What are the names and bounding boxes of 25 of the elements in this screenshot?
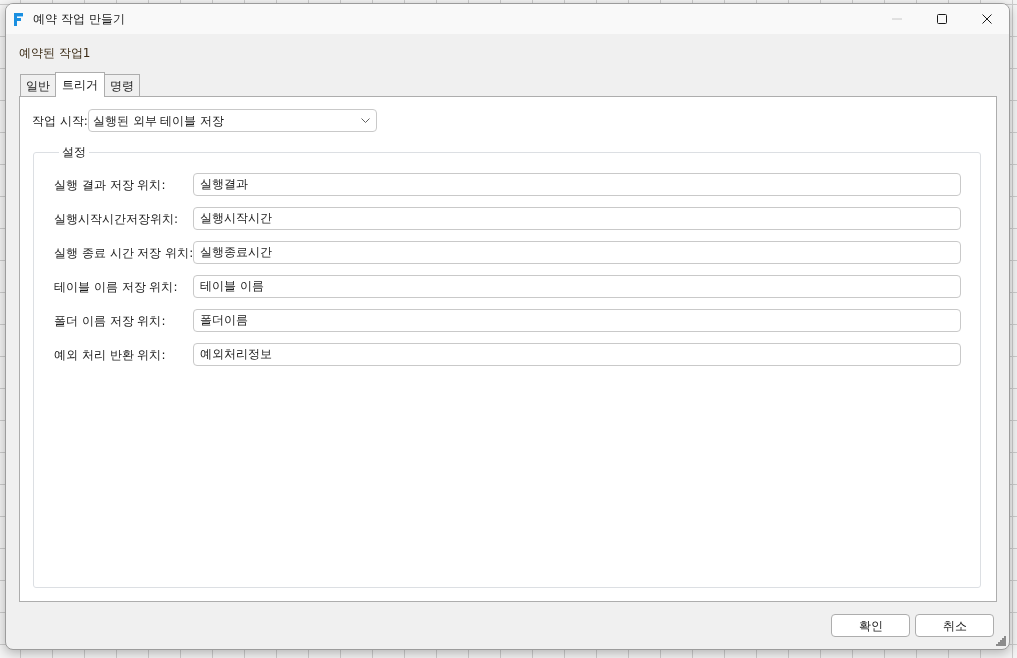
resize-grip-icon[interactable]	[996, 636, 1006, 646]
cancel-button[interactable]: 취소	[915, 614, 994, 637]
field-label: 실행 종료 시간 저장 위치:	[54, 244, 194, 261]
tab[interactable]: 일반	[20, 74, 56, 96]
text-field[interactable]: 폴더이름	[193, 309, 961, 332]
field-label: 실행 결과 저장 위치:	[54, 176, 167, 193]
tab[interactable]: 트리거	[55, 72, 105, 97]
text-field[interactable]: 테이블 이름	[193, 275, 961, 298]
trigger-label: 작업 시작:	[32, 112, 88, 129]
text-field[interactable]: 실행시작시간	[193, 207, 961, 230]
app-logo-icon	[14, 12, 23, 26]
trigger-dropdown[interactable]: 실행된 외부 테이블 저장	[87, 109, 377, 132]
chevron-down-icon	[360, 118, 370, 123]
ok-button[interactable]: 확인	[831, 614, 910, 637]
field-label: 테이블 이름 저장 위치:	[54, 278, 179, 295]
tab[interactable]: 명령	[104, 74, 140, 96]
window-title: 예약 작업 만들기	[33, 11, 125, 27]
group-title: 설정	[61, 144, 87, 160]
task-name: 예약된 작업1	[19, 45, 91, 61]
field-label: 실행시작시간저장위치:	[54, 210, 180, 227]
text-field[interactable]: 실행종료시간	[193, 241, 961, 264]
field-label: 예외 처리 반환 위치:	[54, 346, 167, 363]
text-field[interactable]: 실행결과	[193, 173, 961, 196]
field-label: 폴더 이름 저장 위치:	[54, 312, 167, 329]
text-field[interactable]: 예외처리정보	[193, 343, 961, 366]
